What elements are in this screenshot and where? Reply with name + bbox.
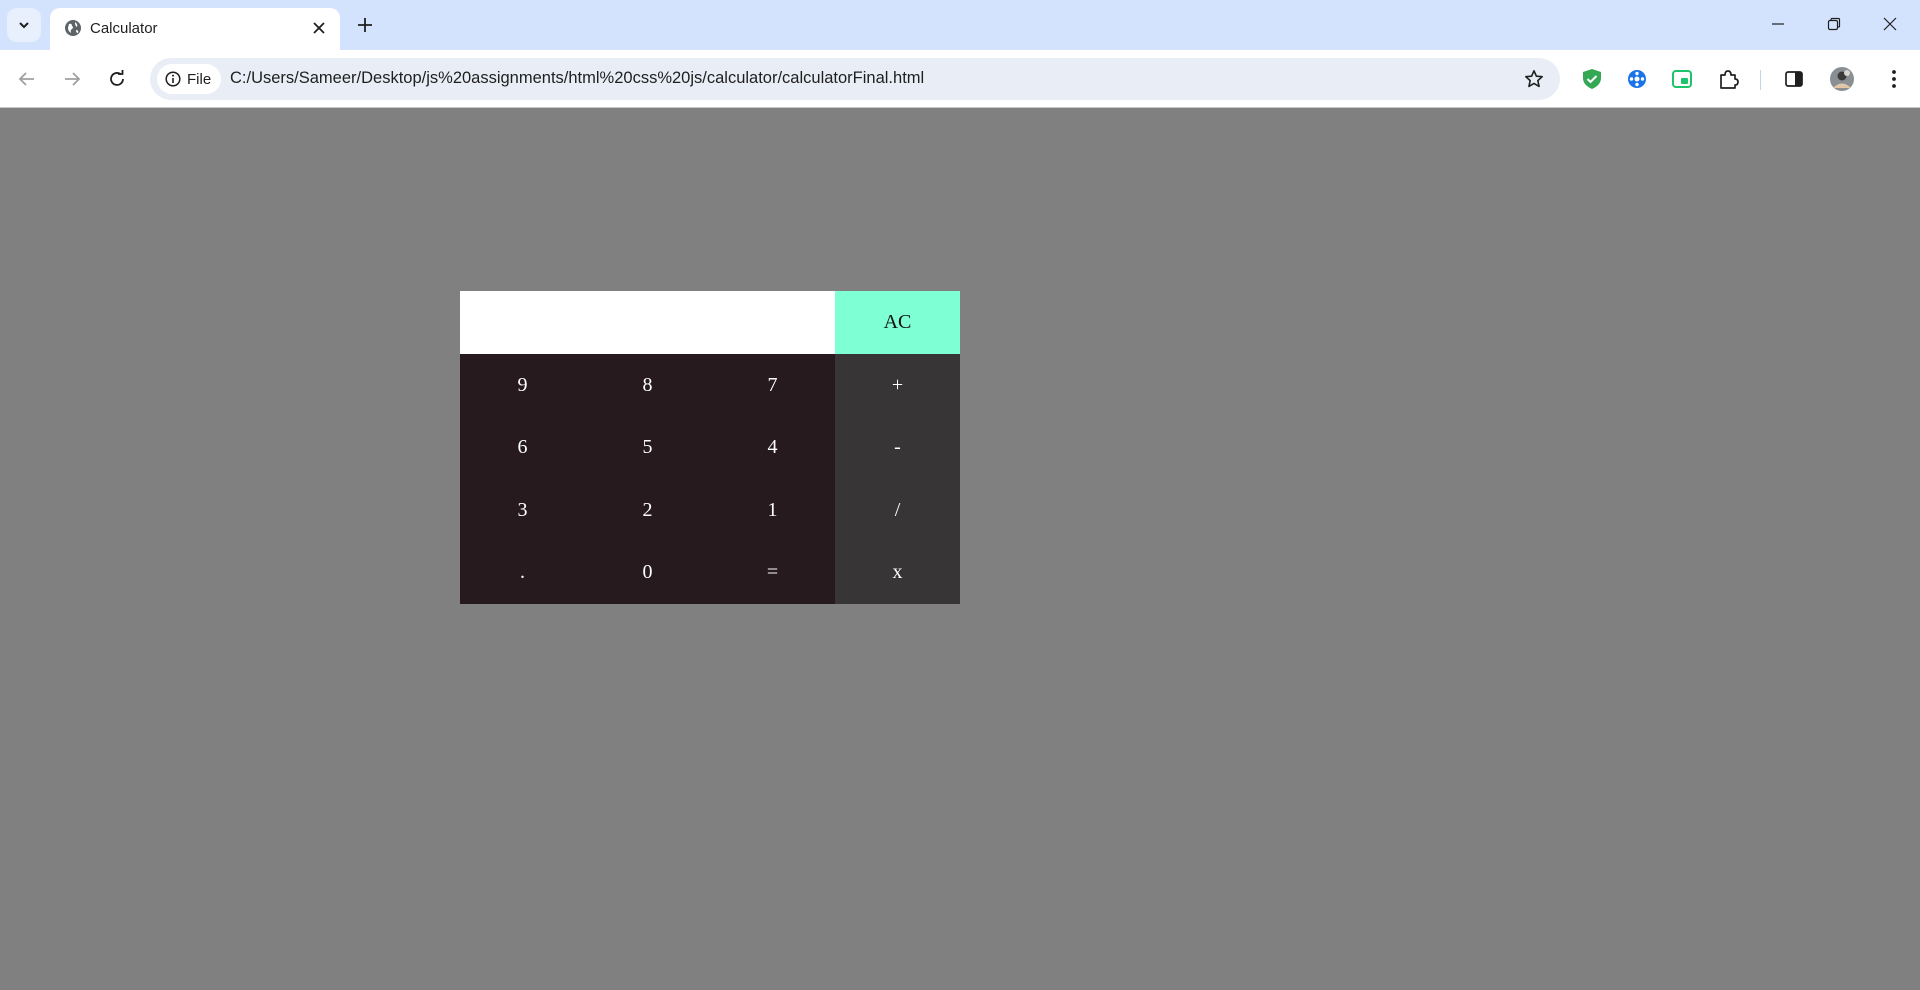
tab-close-button[interactable] [308, 17, 330, 39]
digit-keypad: 9 8 7 6 5 4 3 2 1 . 0 = [460, 354, 835, 604]
key-subtract[interactable]: - [835, 417, 960, 480]
close-icon [1883, 17, 1897, 31]
extensions-menu-button[interactable] [1713, 64, 1743, 94]
key-3[interactable]: 3 [460, 479, 585, 542]
side-panel-button[interactable] [1779, 64, 1809, 94]
key-9[interactable]: 9 [460, 354, 585, 417]
side-panel-icon [1785, 71, 1803, 87]
clear-button[interactable]: AC [835, 291, 960, 354]
picture-in-picture-icon [1672, 70, 1692, 88]
key-7[interactable]: 7 [710, 354, 835, 417]
extension-network-button[interactable] [1622, 64, 1652, 94]
reload-icon [110, 70, 124, 86]
key-1[interactable]: 1 [710, 479, 835, 542]
restore-button[interactable] [1806, 0, 1862, 48]
url-text[interactable]: C:/Users/Sameer/Desktop/js%20assignments… [230, 69, 924, 88]
key-2[interactable]: 2 [585, 479, 710, 542]
minimize-icon [1772, 23, 1784, 25]
new-tab-button[interactable] [352, 12, 378, 38]
back-button[interactable] [10, 62, 44, 96]
avatar [1830, 67, 1854, 91]
arrow-right-icon [65, 72, 81, 86]
toolbar-separator [1760, 70, 1761, 90]
key-decimal[interactable]: . [460, 542, 585, 605]
puzzle-piece-icon [1720, 70, 1739, 89]
key-0[interactable]: 0 [585, 542, 710, 605]
address-bar[interactable]: File C:/Users/Sameer/Desktop/js%20assign… [150, 58, 1560, 100]
tab-strip: Calculator [0, 0, 1920, 50]
browser-menu-button[interactable] [1879, 64, 1909, 94]
key-equals[interactable]: = [710, 542, 835, 605]
key-add[interactable]: + [835, 354, 960, 417]
more-vert-icon [1892, 70, 1896, 88]
shield-check-icon [1583, 69, 1601, 89]
site-info-label: File [187, 70, 212, 88]
key-5[interactable]: 5 [585, 417, 710, 480]
reload-button[interactable] [100, 62, 134, 96]
calculator-display[interactable] [460, 291, 835, 354]
arrow-left-icon [18, 72, 34, 86]
star-icon [1525, 70, 1543, 88]
calculator: AC 9 8 7 6 5 4 3 2 1 . 0 = + - / x [460, 291, 960, 604]
extension-shield-button[interactable] [1577, 64, 1607, 94]
bookmark-button[interactable] [1522, 67, 1546, 91]
close-window-button[interactable] [1862, 0, 1918, 48]
key-4[interactable]: 4 [710, 417, 835, 480]
browser-toolbar: File C:/Users/Sameer/Desktop/js%20assign… [0, 50, 1920, 108]
tab-title: Calculator [90, 20, 158, 37]
operator-column: + - / x [835, 354, 960, 604]
key-divide[interactable]: / [835, 479, 960, 542]
key-multiply[interactable]: x [835, 542, 960, 605]
browser-tab[interactable]: Calculator [50, 8, 340, 50]
info-icon [165, 71, 181, 87]
profile-avatar-button[interactable] [1827, 64, 1857, 94]
key-6[interactable]: 6 [460, 417, 585, 480]
extension-pip-button[interactable] [1667, 64, 1697, 94]
minimize-button[interactable] [1750, 0, 1806, 48]
site-info-chip[interactable]: File [157, 64, 222, 94]
forward-button[interactable] [55, 62, 89, 96]
restore-icon [1827, 17, 1841, 31]
tab-search-button[interactable] [7, 8, 41, 42]
close-icon [313, 22, 325, 34]
network-icon [1628, 70, 1646, 88]
globe-icon [65, 20, 81, 36]
plus-icon [358, 18, 372, 32]
chevron-down-icon [19, 22, 29, 29]
key-8[interactable]: 8 [585, 354, 710, 417]
